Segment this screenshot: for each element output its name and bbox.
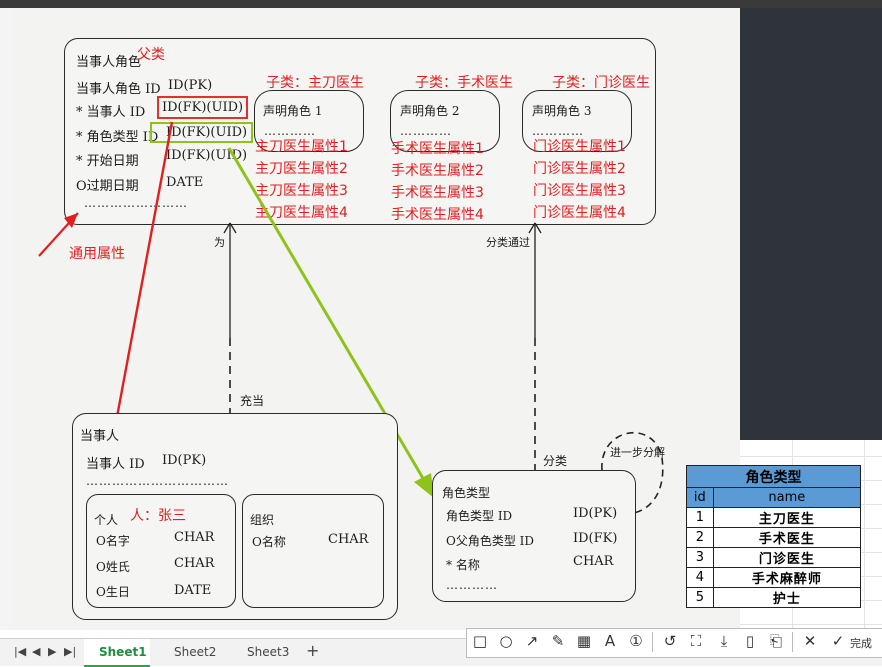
- person-attr-name: O名字: [96, 534, 130, 548]
- prev-sheet-icon[interactable]: ◀: [32, 645, 40, 658]
- org-title: 组织: [250, 513, 275, 527]
- table-header-name[interactable]: name: [712, 487, 862, 508]
- table-row[interactable]: 2 手术医生: [686, 527, 862, 548]
- toolbar-divider: [652, 632, 653, 652]
- org-attr-type: CHAR: [328, 532, 369, 547]
- number-icon[interactable]: ①: [626, 632, 646, 650]
- table-cell-id[interactable]: 3: [686, 547, 714, 568]
- party-title: 当事人: [80, 429, 120, 444]
- rel-label-classify: 分类: [543, 454, 568, 468]
- person-attr-type: CHAR: [174, 530, 215, 545]
- role-type-attr-name: 角色类型 ID: [446, 509, 513, 523]
- add-sheet-button[interactable]: +: [306, 641, 319, 660]
- table-cell-name[interactable]: 门诊医生: [712, 547, 862, 568]
- diagram-image[interactable]: 当事人角色 父类 当事人角色 ID ID(PK) * 当事人 ID ID(FK)…: [14, 8, 740, 630]
- table-cell-name[interactable]: 手术医生: [712, 527, 862, 548]
- close-icon[interactable]: ✕: [800, 632, 820, 650]
- last-sheet-icon[interactable]: ▶|: [64, 645, 76, 658]
- done-button[interactable]: 完成: [850, 635, 872, 651]
- person-attr-name: O姓氏: [96, 560, 130, 574]
- pin-icon[interactable]: ▯: [740, 632, 760, 650]
- rel-label-acts-as: 充当: [240, 394, 265, 408]
- pen-icon[interactable]: ✎: [548, 632, 568, 650]
- circle-icon[interactable]: ○: [496, 632, 516, 650]
- table-row[interactable]: 5 护士: [686, 587, 862, 608]
- table-cell-id[interactable]: 4: [686, 567, 714, 588]
- rel-label-wei: 为: [214, 236, 225, 249]
- download-icon[interactable]: ⤓: [714, 632, 734, 650]
- tab-sheet1[interactable]: Sheet1: [99, 645, 147, 659]
- mosaic-icon[interactable]: ▦: [574, 632, 594, 650]
- tab-sheet2[interactable]: Sheet2: [174, 645, 216, 659]
- table-row[interactable]: 1 主刀医生: [686, 507, 862, 528]
- role-type-dots: …………: [446, 578, 498, 592]
- rel-label-further: 进一步分解: [610, 446, 665, 459]
- bookmark-icon[interactable]: ⎗: [766, 632, 786, 650]
- rectangle-icon[interactable]: □: [470, 632, 490, 650]
- person-attr-type: DATE: [174, 583, 212, 598]
- person-title: 个人: [94, 513, 119, 527]
- table-cell-id[interactable]: 2: [686, 527, 714, 548]
- crop-icon[interactable]: ⛶: [686, 632, 706, 650]
- party-id-type: ID(PK): [162, 453, 207, 468]
- next-sheet-icon[interactable]: ▶: [48, 645, 56, 658]
- role-type-table[interactable]: 角色类型 id name 1 主刀医生 2 手术医生 3 门诊医生 4 手术麻醉师 5护…: [686, 465, 862, 608]
- org-attr-name: O名称: [252, 535, 286, 549]
- role-type-attr-name: * 名称: [446, 558, 480, 572]
- table-cell-name[interactable]: 护士: [712, 587, 862, 608]
- table-cell-id[interactable]: 5: [686, 587, 714, 608]
- table-row[interactable]: 4 手术麻醉师: [686, 567, 862, 588]
- table-cell-name[interactable]: 手术麻醉师: [712, 567, 862, 588]
- table-cell-id[interactable]: 1: [686, 507, 714, 528]
- role-type-attr-type: ID(FK): [573, 531, 618, 546]
- table-title: 角色类型: [686, 465, 861, 488]
- role-type-attr-type: ID(PK): [573, 506, 618, 521]
- person-attr-name: O生日: [96, 585, 130, 599]
- undo-icon[interactable]: ↺: [660, 632, 680, 650]
- rel-label-classified-by: 分类通过: [486, 236, 530, 249]
- window-top-strip: [0, 0, 882, 8]
- tab-sheet3[interactable]: Sheet3: [247, 645, 289, 659]
- text-icon[interactable]: A: [600, 632, 620, 650]
- table-header-id[interactable]: id: [686, 487, 714, 508]
- dark-side-panel: [740, 8, 882, 440]
- person-annotation: 人：张三: [130, 508, 186, 524]
- arrow-icon[interactable]: ↗: [522, 632, 542, 650]
- party-dots: ……………………………: [86, 474, 229, 488]
- role-type-attr-name: O父角色类型 ID: [446, 534, 535, 548]
- party-id-name: 当事人 ID: [86, 457, 145, 472]
- role-type-attr-type: CHAR: [573, 554, 614, 569]
- first-sheet-icon[interactable]: |◀: [14, 645, 26, 658]
- role-type-title: 角色类型: [442, 486, 491, 500]
- done-check-icon[interactable]: ✓: [828, 632, 848, 650]
- table-cell-name[interactable]: 主刀医生: [712, 507, 862, 528]
- person-attr-type: CHAR: [174, 556, 215, 571]
- table-row[interactable]: 3 门诊医生: [686, 547, 862, 568]
- toolbar-divider: [792, 632, 793, 652]
